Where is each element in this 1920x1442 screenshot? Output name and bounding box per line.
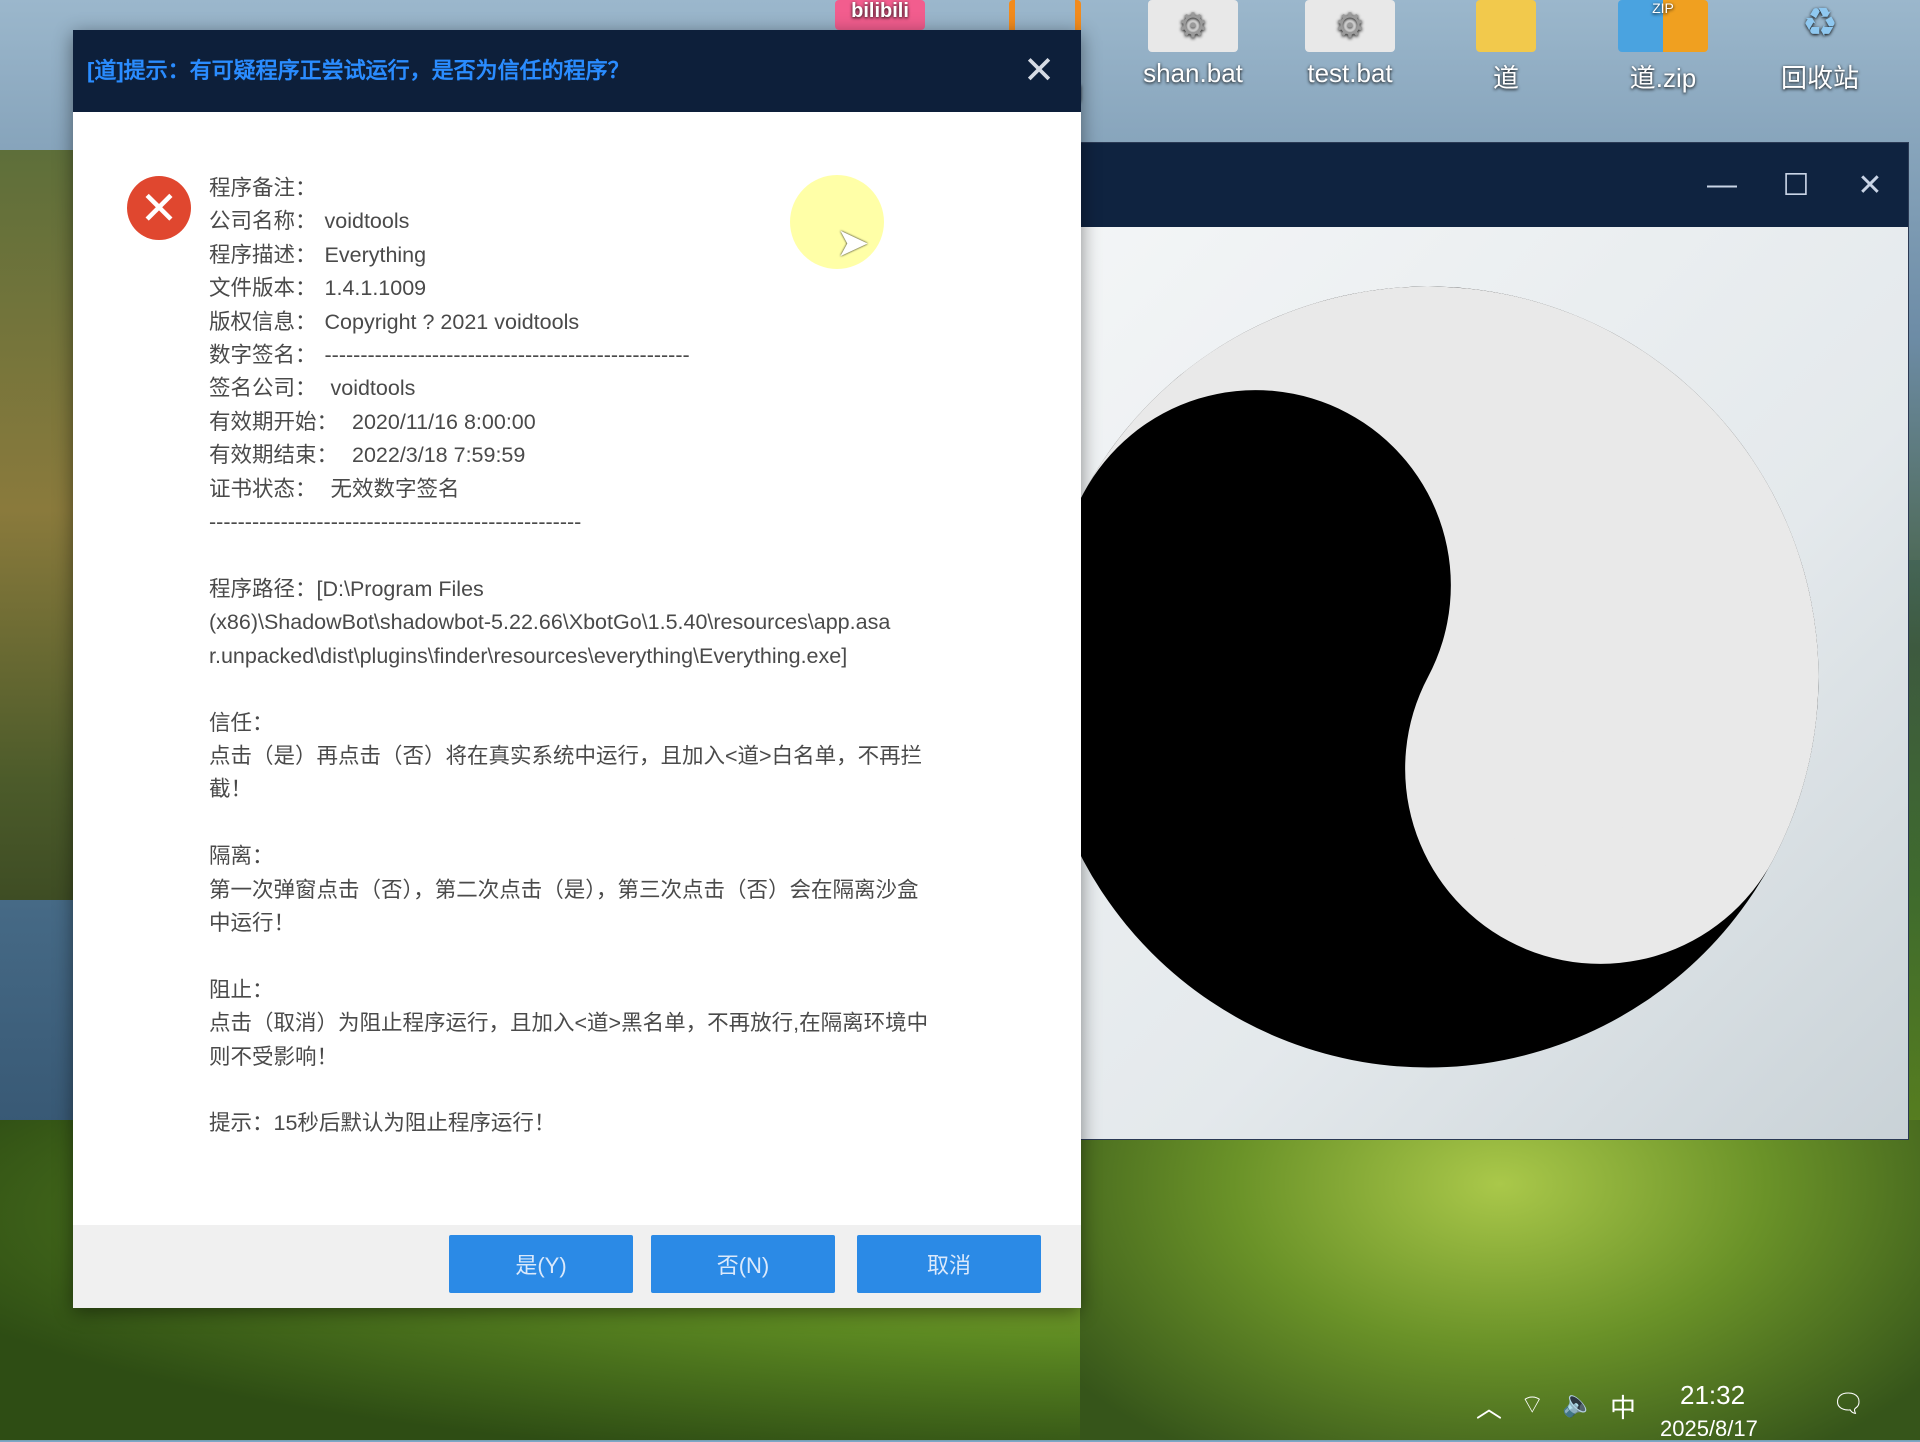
separator-line: ----------------------------------------… xyxy=(209,510,582,535)
gear-icon: ⚙ xyxy=(1305,0,1395,52)
info-row: 程序备注： xyxy=(209,176,317,200)
info-row: 有效期结束： 2022/3/18 7:59:59 xyxy=(209,443,526,468)
recycle-bin-icon: ♻ xyxy=(1802,1,1838,45)
timeout-hint: 提示：15秒后默认为阻止程序运行！ xyxy=(209,1111,556,1136)
wifi-icon[interactable]: ⌔ xyxy=(1520,1388,1544,1421)
trust-text: 截！ xyxy=(209,777,253,802)
info-row: 有效期开始： 2020/11/16 8:00:00 xyxy=(209,409,536,434)
desktop-icon-label: 道.zip xyxy=(1629,63,1697,93)
isolate-text: 第一次弹窗点击（否），第二次点击（是），第三次点击（否）会在隔离沙盒 xyxy=(209,877,919,902)
program-info: 程序备注： 公司名称： voidtools 程序描述： Everything 文件版… xyxy=(209,172,1069,1141)
dialog-body: ✕ 程序备注： 公司名称： voidtools 程序描述： Everything 文… xyxy=(73,112,1081,1225)
info-row: 公司名称： voidtools xyxy=(209,209,410,234)
trust-section-title: 信任： xyxy=(209,710,274,735)
zip-icon: ZIP xyxy=(1618,0,1708,52)
block-section-title: 阻止： xyxy=(209,977,274,1002)
desktop-icon-recycle-bin[interactable]: ♻ 回收站 xyxy=(1760,0,1880,95)
folder-icon xyxy=(1476,0,1536,52)
trust-text: 点击（是）再点击（否）将在真实系统中运行，且加入<道>白名单，不再拦 xyxy=(209,743,923,768)
program-path-line: r.unpacked\dist\plugins\finder\resources… xyxy=(209,643,848,668)
info-row: 签名公司： voidtools xyxy=(209,376,416,401)
minimize-button[interactable]: — xyxy=(1685,143,1759,227)
dialog-footer: 是(Y) 否(N) 取消 xyxy=(73,1225,1081,1308)
dialog-close-button[interactable]: ✕ xyxy=(1009,40,1069,100)
chevron-up-icon[interactable]: ︿ xyxy=(1476,1388,1502,1425)
desktop-icon-label: test.bat xyxy=(1307,58,1393,88)
dialog-titlebar[interactable]: [道]提示：有可疑程序正尝试运行，是否为信任的程序？ ✕ xyxy=(73,30,1081,112)
desktop-icon-dao-folder[interactable]: 道 xyxy=(1446,0,1566,95)
info-row: 文件版本： 1.4.1.1009 xyxy=(209,276,427,301)
info-row: 数字签名： -----------------------------------… xyxy=(209,343,690,368)
dialog-title: [道]提示：有可疑程序正尝试运行，是否为信任的程序？ xyxy=(87,58,630,83)
maximize-button[interactable]: ☐ xyxy=(1759,143,1833,227)
desktop-icon-dao-zip[interactable]: ZIP 道.zip xyxy=(1603,0,1723,95)
block-text: 点击（取消）为阻止程序运行，且加入<道>黑名单，不再放行,在隔离环境中 xyxy=(209,1011,929,1036)
trust-prompt-dialog: [道]提示：有可疑程序正尝试运行，是否为信任的程序？ ✕ ✕ 程序备注： 公司名… xyxy=(73,30,1081,1308)
error-icon: ✕ xyxy=(127,176,191,240)
ime-indicator[interactable]: 中 xyxy=(1610,1388,1636,1425)
desktop-icon-label: 道 xyxy=(1492,63,1519,93)
clock-time[interactable]: 21:32 xyxy=(1680,1380,1745,1411)
yin-yang-symbol xyxy=(1037,286,1819,1068)
yin-yang-dark-dot xyxy=(1235,494,1354,613)
desktop-icon-shan-bat[interactable]: ⚙ shan.bat xyxy=(1133,0,1253,89)
bilibili-icon: bilibili xyxy=(835,0,925,30)
mouse-cursor-icon: ➤ xyxy=(836,221,870,265)
yin-yang-window: 道 — ☐ ✕ xyxy=(997,142,1909,1140)
desktop-icon-label: shan.bat xyxy=(1143,58,1243,88)
desktop-icon-label: 回收站 xyxy=(1780,63,1859,93)
notification-icon[interactable]: 🗨 xyxy=(1832,1388,1865,1419)
gear-icon: ⚙ xyxy=(1148,0,1238,52)
clock-date[interactable]: 2025/8/17 xyxy=(1660,1416,1758,1442)
block-text: 则不受影响！ xyxy=(209,1044,339,1069)
info-row: 版权信息： Copyright ? 2021 voidtools xyxy=(209,309,580,334)
isolate-section-title: 隔离： xyxy=(209,844,274,869)
yin-yang-light-dot xyxy=(1507,751,1626,870)
cancel-button[interactable]: 取消 xyxy=(857,1235,1041,1293)
isolate-text: 中运行！ xyxy=(209,910,296,935)
close-button[interactable]: ✕ xyxy=(1833,143,1907,227)
desktop-icon-test-bat[interactable]: ⚙ test.bat xyxy=(1290,0,1410,89)
program-path: 程序路径：[D:\Program Files xyxy=(209,576,484,601)
volume-icon[interactable]: 🔈 xyxy=(1562,1388,1594,1419)
no-button[interactable]: 否(N) xyxy=(651,1235,835,1293)
yin-yang-titlebar[interactable]: 道 — ☐ ✕ xyxy=(998,143,1908,227)
program-path-line: (x86)\ShadowBot\shadowbot-5.22.66\XbotGo… xyxy=(209,610,891,635)
yin-yang-canvas xyxy=(998,227,1908,1139)
yes-button[interactable]: 是(Y) xyxy=(449,1235,633,1293)
info-row: 证书状态： 无效数字签名 xyxy=(209,476,460,501)
info-row: 程序描述： Everything xyxy=(209,242,427,267)
